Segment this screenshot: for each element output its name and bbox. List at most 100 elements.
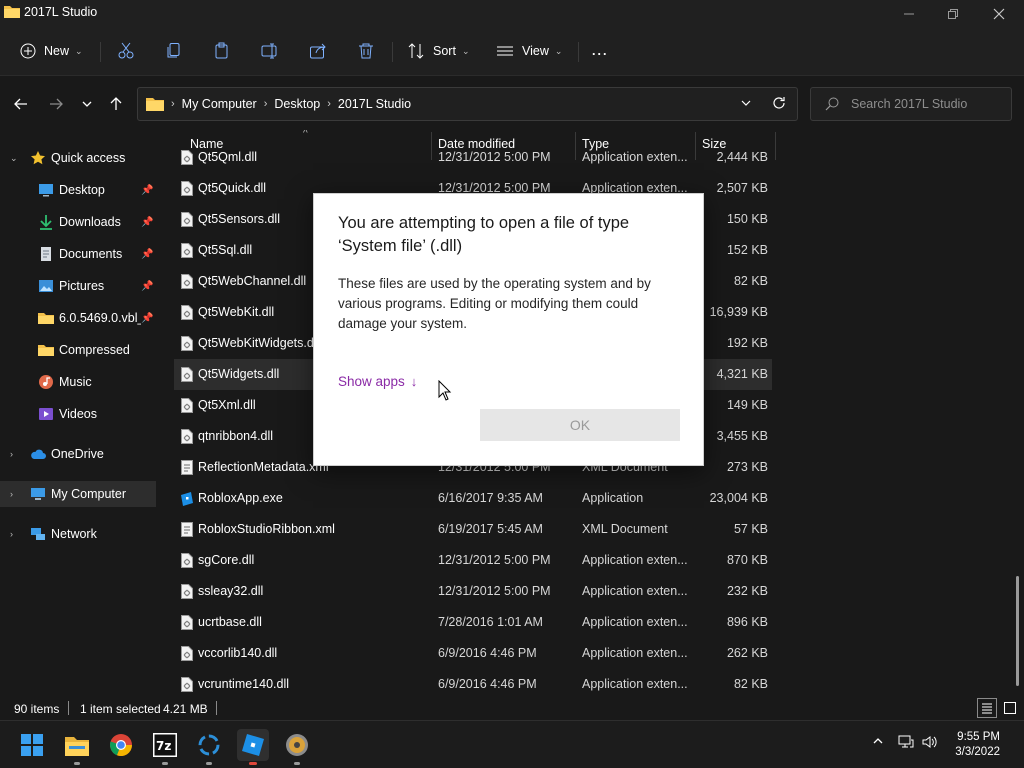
show-apps-link[interactable]: Show apps ↓ [338, 374, 417, 389]
dll-file-icon [181, 367, 193, 382]
arrow-left-icon [14, 98, 27, 110]
file-row[interactable]: ssleay32.dll 12/31/2012 5:00 PM Applicatio… [174, 576, 772, 607]
tiles-view-icon[interactable] [1001, 699, 1019, 717]
file-name: qtnribbon4.dll [198, 429, 274, 443]
trash-icon [359, 43, 373, 59]
network-status-icon[interactable] [898, 735, 914, 752]
new-button[interactable]: New ⌄ [20, 36, 83, 66]
start-button[interactable] [16, 729, 48, 761]
file-row[interactable]: vcruntime140.dll 6/9/2016 4:46 PM Applicat… [174, 669, 772, 696]
sidebar-item-desktop[interactable]: Desktop 📌 [0, 177, 156, 203]
scrollbar-thumb[interactable] [1016, 576, 1019, 686]
file-row[interactable]: Qt5Qml.dll 12/31/2012 5:00 PM Application … [174, 142, 772, 173]
chevron-down-icon: ⌄ [461, 45, 470, 56]
pin-icon[interactable]: 📌 [141, 249, 153, 260]
open-with-dialog: You are attempting to open a file of typ… [313, 193, 704, 466]
chevron-down-icon[interactable]: ⌄ [10, 153, 18, 164]
sidebar-item-pictures[interactable]: Pictures 📌 [0, 273, 156, 299]
dll-file-icon [181, 243, 193, 258]
ok-button[interactable]: OK [480, 409, 680, 441]
file-row[interactable]: sgCore.dll 12/31/2012 5:00 PM Application … [174, 545, 772, 576]
file-explorer-taskbar-button[interactable] [61, 729, 93, 761]
column-divider[interactable] [775, 132, 776, 160]
sidebar-item-label: Network [51, 527, 97, 541]
sidebar-item-vbl-folder[interactable]: 6.0.5469.0.vbl_n 📌 [0, 305, 156, 331]
copy-button[interactable] [165, 36, 183, 66]
file-row[interactable]: RobloxApp.exe 6/16/2017 9:35 AM Applicatio… [174, 483, 772, 514]
copy-icon [167, 43, 180, 58]
chevron-up-icon[interactable] [872, 735, 884, 750]
chevron-right-icon[interactable]: › [10, 489, 13, 499]
sort-button[interactable]: Sort ⌄ [407, 36, 469, 66]
rename-button[interactable] [261, 36, 279, 66]
forward-button[interactable] [44, 92, 68, 116]
file-row[interactable]: RobloxStudioRibbon.xml 6/19/2017 5:45 AM X… [174, 514, 772, 545]
file-row[interactable]: vccorlib140.dll 6/9/2016 4:46 PM Applicati… [174, 638, 772, 669]
desktop-icon [39, 184, 53, 197]
cut-button[interactable] [117, 36, 135, 66]
dll-file-icon [181, 305, 193, 320]
sidebar-item-documents[interactable]: Documents 📌 [0, 241, 156, 267]
command-bar: New ⌄ Sort ⌄ View ⌄ ... [0, 26, 1024, 76]
recent-locations-button[interactable] [75, 92, 99, 116]
folder-icon [38, 313, 54, 324]
app-taskbar-button[interactable] [281, 729, 313, 761]
folder-icon [4, 4, 20, 21]
terminal-taskbar-button[interactable] [193, 729, 225, 761]
details-view-icon[interactable] [977, 698, 997, 718]
file-name: Qt5Xml.dll [198, 398, 256, 412]
delete-button[interactable] [357, 36, 375, 66]
pin-icon[interactable]: 📌 [141, 313, 153, 324]
sidebar-item-onedrive[interactable]: › OneDrive [0, 441, 156, 467]
file-row[interactable]: ucrtbase.dll 7/28/2016 1:01 AM Application… [174, 607, 772, 638]
chevron-right-icon[interactable]: › [10, 449, 13, 459]
address-dropdown-icon[interactable] [740, 97, 752, 112]
file-size: 2,507 KB [716, 181, 768, 195]
download-icon [40, 215, 52, 230]
restore-button[interactable] [930, 0, 976, 28]
sidebar-item-label: Desktop [59, 183, 105, 197]
back-button[interactable] [9, 92, 33, 116]
address-bar[interactable]: › My Computer › Desktop › 2017L Studio [137, 87, 798, 121]
system-clock[interactable]: 9:55 PM 3/3/2022 [940, 730, 1000, 760]
more-options-button[interactable]: ... [592, 36, 608, 66]
mouse-cursor-icon [438, 380, 452, 401]
breadcrumb-current[interactable]: 2017L Studio [338, 97, 411, 111]
breadcrumb-desktop[interactable]: Desktop [274, 97, 320, 111]
up-button[interactable] [104, 92, 128, 116]
sidebar-item-quick-access[interactable]: ⌄ Quick access [0, 145, 156, 171]
file-date: 6/9/2016 4:46 PM [438, 646, 537, 660]
chevron-right-icon[interactable]: › [10, 529, 13, 539]
sidebar-item-music[interactable]: Music [0, 369, 156, 395]
arrow-down-icon: ↓ [410, 374, 418, 389]
sidebar-item-downloads[interactable]: Downloads 📌 [0, 209, 156, 235]
file-size: 150 KB [726, 212, 768, 226]
disc-app-icon [286, 734, 308, 756]
chrome-taskbar-button[interactable] [105, 729, 137, 761]
sidebar-item-network[interactable]: › Network [0, 521, 156, 547]
volume-icon[interactable] [922, 735, 938, 752]
sidebar-item-compressed[interactable]: Compressed [0, 337, 156, 363]
minimize-button[interactable] [886, 0, 932, 28]
file-date: 12/31/2012 5:00 PM [438, 584, 551, 598]
view-button[interactable]: View ⌄ [496, 36, 562, 66]
search-box[interactable]: Search 2017L Studio [810, 87, 1012, 121]
file-size: 23,004 KB [709, 491, 768, 505]
pin-icon[interactable]: 📌 [141, 217, 153, 228]
pin-icon[interactable]: 📌 [141, 185, 153, 196]
7zip-taskbar-button[interactable]: 7z [149, 729, 181, 761]
roblox-studio-taskbar-button[interactable] [237, 729, 269, 761]
pin-icon[interactable]: 📌 [141, 281, 153, 292]
dll-file-icon [181, 181, 193, 196]
sidebar-item-label: Music [59, 375, 92, 389]
status-bar: 90 items 1 item selected 4.21 MB [0, 696, 1024, 720]
file-name: Qt5WebKitWidgets.dll [198, 336, 320, 350]
share-button[interactable] [309, 36, 327, 66]
refresh-icon[interactable] [772, 96, 786, 113]
paste-button[interactable] [213, 36, 231, 66]
sidebar-item-my-computer[interactable]: › My Computer [0, 481, 156, 507]
close-button[interactable] [976, 0, 1022, 28]
divider [100, 42, 101, 62]
sidebar-item-videos[interactable]: Videos [0, 401, 156, 427]
breadcrumb-my-computer[interactable]: My Computer [182, 97, 257, 111]
